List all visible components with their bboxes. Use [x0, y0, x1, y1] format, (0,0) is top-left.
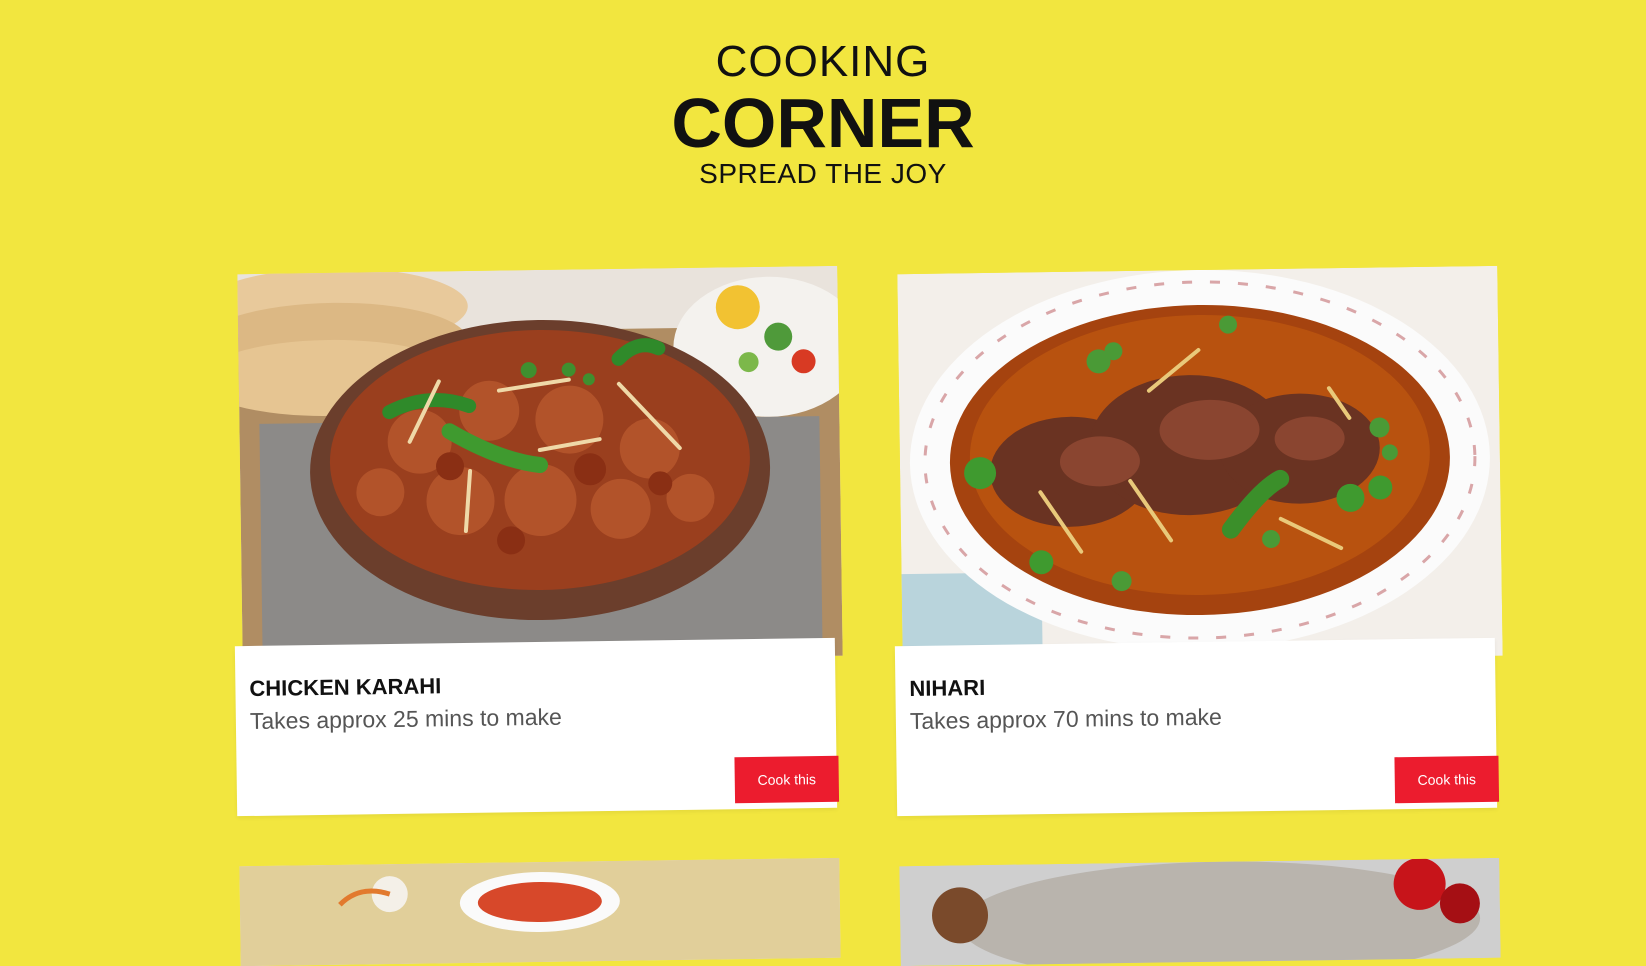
recipe-image-chicken-karahi — [237, 265, 843, 665]
recipe-info-nihari: NIHARI Takes approx 70 mins to make Cook… — [894, 637, 1500, 817]
recipe-duration: Takes approx 25 mins to make — [249, 703, 562, 734]
recipe-card-nihari: NIHARI Takes approx 70 mins to make Cook… — [894, 265, 1503, 817]
title-corner: CORNER — [671, 84, 975, 162]
recipe-info-chicken-karahi: CHICKEN KARAHI Takes approx 25 mins to m… — [234, 637, 840, 817]
recipe-image-nihari — [897, 265, 1503, 665]
recipe-duration: Takes approx 70 mins to make — [909, 703, 1222, 734]
recipe-image-next-2 — [899, 857, 1501, 966]
site-header: COOKING CORNER SPREAD THE JOY — [0, 36, 1646, 192]
recipe-title: NIHARI — [909, 674, 986, 701]
recipe-image-next-1 — [239, 857, 841, 966]
tagline: SPREAD THE JOY — [699, 158, 947, 189]
cook-this-button[interactable]: Cook this — [1394, 755, 1500, 804]
title-cooking: COOKING — [715, 37, 931, 86]
recipe-card-chicken-karahi: CHICKEN KARAHI Takes approx 25 mins to m… — [234, 265, 843, 817]
cook-this-button[interactable]: Cook this — [734, 755, 840, 804]
recipe-title: CHICKEN KARAHI — [249, 673, 442, 701]
